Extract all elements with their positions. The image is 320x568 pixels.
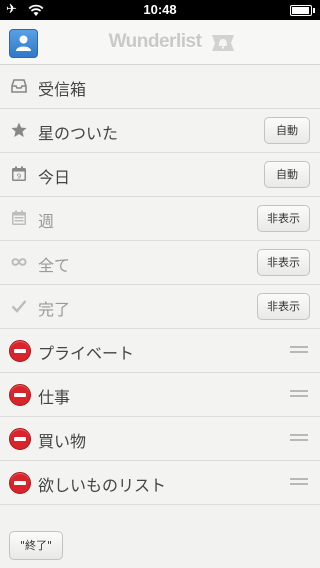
reorder-handle-icon[interactable] bbox=[290, 346, 308, 354]
calendar-week-icon bbox=[10, 209, 28, 227]
nav-bar: Wunderlist bbox=[0, 20, 320, 65]
calendar-today-icon: 9 bbox=[10, 165, 28, 183]
smart-list-starred[interactable]: 星のついた 自動 bbox=[0, 109, 320, 153]
inbox-icon bbox=[10, 77, 28, 95]
visibility-toggle-button[interactable]: 自動 bbox=[264, 117, 310, 144]
delete-icon[interactable] bbox=[9, 340, 31, 362]
infinity-icon bbox=[10, 253, 28, 271]
app-title: Wunderlist bbox=[108, 31, 202, 52]
status-bar: ✈ 10:48 bbox=[0, 0, 320, 20]
list-label: 今日 bbox=[38, 168, 71, 187]
user-list-row[interactable]: 欲しいものリスト bbox=[0, 461, 320, 505]
visibility-toggle-button[interactable]: 非表示 bbox=[257, 205, 310, 232]
visibility-toggle-button[interactable]: 非表示 bbox=[257, 293, 310, 320]
list-label: 星のついた bbox=[38, 124, 119, 143]
notification-bell-icon[interactable] bbox=[209, 34, 237, 52]
smart-list-all[interactable]: 全て 非表示 bbox=[0, 241, 320, 285]
visibility-toggle-button[interactable]: 自動 bbox=[264, 161, 310, 188]
checkmark-icon bbox=[10, 297, 28, 315]
visibility-toggle-button[interactable]: 非表示 bbox=[257, 249, 310, 276]
list-label: 受信箱 bbox=[38, 80, 87, 99]
smart-list-week[interactable]: 週 非表示 bbox=[0, 197, 320, 241]
delete-icon[interactable] bbox=[9, 384, 31, 406]
user-list-row[interactable]: プライベート bbox=[0, 329, 320, 373]
list-label: 全て bbox=[38, 256, 71, 275]
reorder-handle-icon[interactable] bbox=[290, 434, 308, 442]
star-icon bbox=[10, 121, 28, 139]
svg-text:9: 9 bbox=[17, 173, 21, 181]
reorder-handle-icon[interactable] bbox=[290, 390, 308, 398]
battery-icon bbox=[290, 5, 315, 16]
list-label: 仕事 bbox=[38, 388, 71, 407]
user-list-row[interactable]: 買い物 bbox=[0, 417, 320, 461]
finish-button[interactable]: "終了" bbox=[9, 531, 64, 560]
user-icon bbox=[16, 35, 31, 51]
smart-list-inbox[interactable]: 受信箱 bbox=[0, 65, 320, 109]
list-label: 買い物 bbox=[38, 432, 87, 451]
reorder-handle-icon[interactable] bbox=[290, 478, 308, 486]
delete-icon[interactable] bbox=[9, 428, 31, 450]
list-label: 欲しいものリスト bbox=[38, 476, 167, 495]
list-label: 完了 bbox=[38, 300, 71, 319]
smart-list-done[interactable]: 完了 非表示 bbox=[0, 285, 320, 329]
user-list-row[interactable]: 仕事 bbox=[0, 373, 320, 417]
status-time: 10:48 bbox=[143, 2, 177, 17]
delete-icon[interactable] bbox=[9, 472, 31, 494]
account-button[interactable] bbox=[9, 29, 38, 58]
smart-list-today[interactable]: 9 今日 自動 bbox=[0, 153, 320, 197]
list-menu: 受信箱 星のついた 自動 9 今日 自動週非表示 全て 非表示 完了 非表示 プライベート 仕事 買い物… bbox=[0, 65, 320, 505]
list-label: 週 bbox=[38, 212, 55, 231]
list-label: プライベート bbox=[38, 344, 135, 363]
